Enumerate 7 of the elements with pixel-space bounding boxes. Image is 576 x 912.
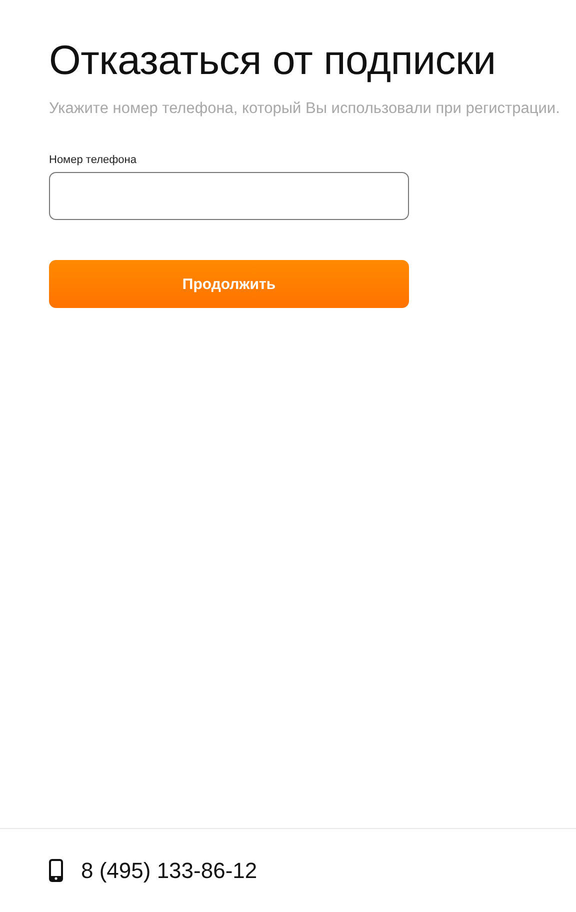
page-subtitle: Укажите номер телефона, который Вы использовали при регистрации. <box>49 100 560 118</box>
smartphone-icon <box>49 859 63 882</box>
field-label: Номер телефона <box>49 154 136 166</box>
continue-button[interactable]: Продолжить <box>49 260 409 308</box>
page-title: Отказаться от подписки <box>49 36 496 85</box>
phone-input-field[interactable] <box>49 172 409 220</box>
phone-number: 8 (495) 133-86-12 <box>81 858 258 884</box>
